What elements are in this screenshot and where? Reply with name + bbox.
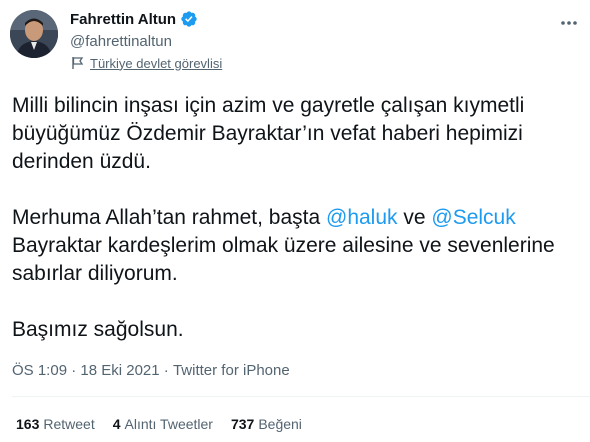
meta-separator: · [159, 362, 173, 379]
meta-separator: · [67, 362, 81, 379]
tweet-paragraph-2: Merhuma Allah’tan rahmet, başta @haluk v… [12, 204, 577, 288]
tweet-text: Milli bilincin inşası için azim ve gayre… [12, 92, 577, 344]
tweet-stats: 163 Retweet 4 Alıntı Tweetler 737 Beğeni [16, 416, 320, 432]
tweet-paragraph-2-part-2: ve [397, 206, 432, 229]
mention-selcuk[interactable]: @Selcuk [431, 206, 515, 229]
likes-count: 737 [230, 416, 255, 432]
author-handle[interactable]: @fahrettinaltun [70, 33, 172, 50]
tweet-paragraph-1: Milli bilincin inşası için azim ve gayre… [12, 94, 525, 173]
tweet-source[interactable]: Twitter for iPhone [173, 362, 290, 379]
quotes-stat[interactable]: 4 Alıntı Tweetler [113, 416, 213, 432]
retweets-label: Retweet [43, 416, 95, 432]
flag-icon [70, 55, 86, 71]
avatar-image [10, 10, 58, 58]
account-label[interactable]: Türkiye devlet görevlisi [70, 55, 222, 71]
divider [12, 396, 590, 397]
name-row: Fahrettin Altun [70, 10, 198, 28]
likes-label: Beğeni [258, 416, 302, 432]
tweet-time[interactable]: ÖS 1:09 [12, 362, 67, 379]
avatar[interactable] [10, 10, 58, 58]
quotes-count: 4 [112, 416, 121, 432]
display-name[interactable]: Fahrettin Altun [70, 11, 176, 28]
likes-stat[interactable]: 737 Beğeni [231, 416, 302, 432]
mention-haluk[interactable]: @haluk [326, 206, 398, 229]
account-label-text[interactable]: Türkiye devlet görevlisi [90, 56, 222, 71]
tweet-paragraph-2-part-3: Bayraktar kardeşlerim olmak üzere ailesi… [12, 234, 555, 285]
verified-badge-icon [180, 10, 198, 28]
tweet-meta: ÖS 1:09 · 18 Eki 2021 · Twitter for iPho… [12, 362, 290, 379]
tweet-paragraph-3: Başımız sağolsun. [12, 318, 184, 341]
retweets-count: 163 [16, 416, 40, 432]
quotes-label: Alıntı Tweetler [124, 416, 213, 432]
retweets-stat[interactable]: 163 Retweet [16, 416, 95, 432]
tweet-paragraph-2-part-1: Merhuma Allah’tan rahmet, başta [12, 206, 326, 229]
more-options-icon[interactable] [558, 12, 580, 34]
tweet-date[interactable]: 18 Eki 2021 [80, 362, 159, 379]
